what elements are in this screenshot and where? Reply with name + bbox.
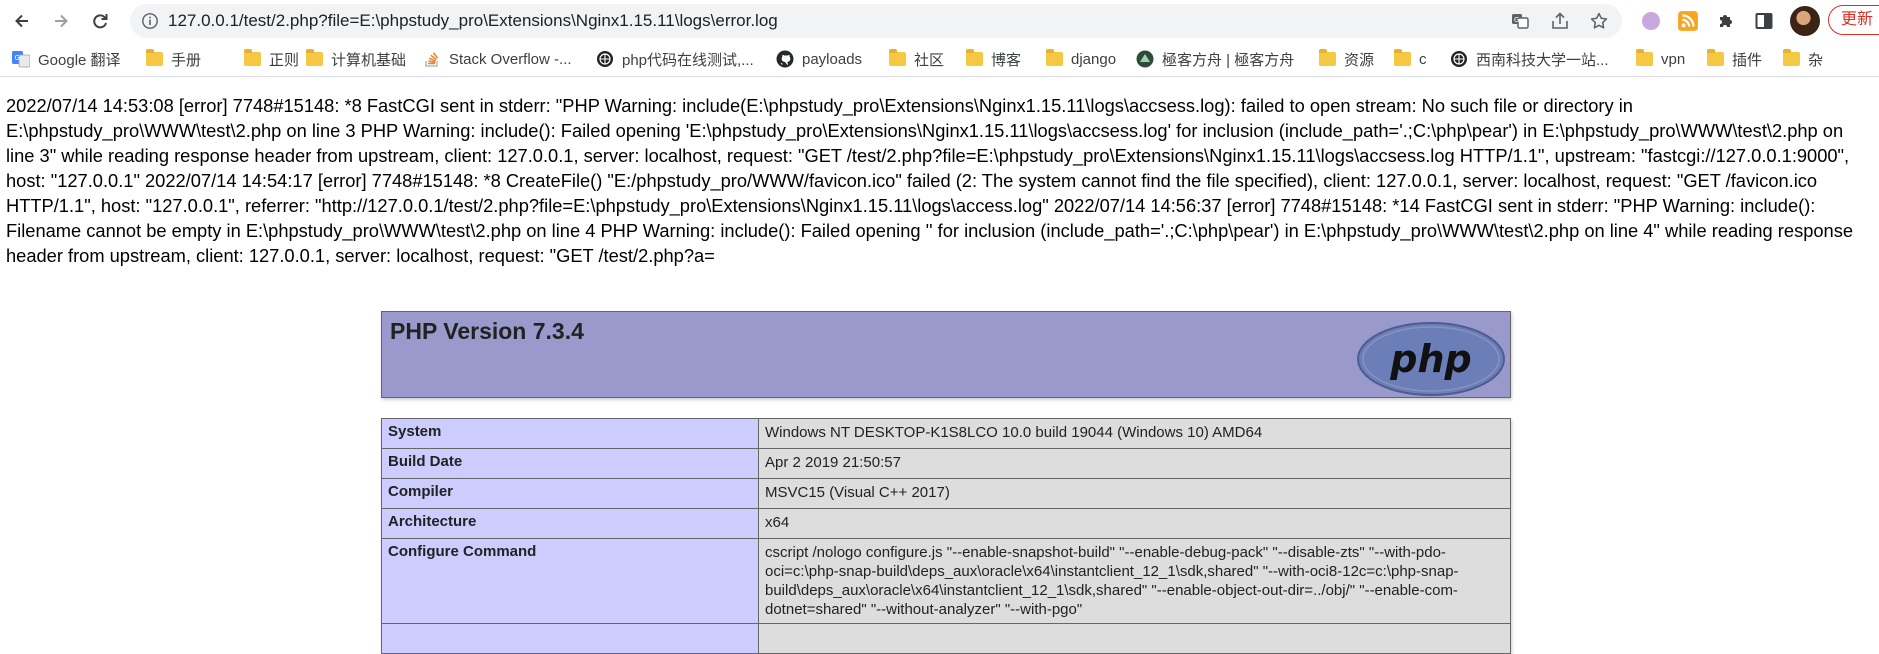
stackoverflow-icon [423, 50, 441, 68]
bookmark-label: c [1419, 50, 1427, 68]
back-button[interactable] [6, 5, 38, 37]
bookmark-label: 计算机基础 [331, 51, 407, 69]
bookmark-label: Google 翻译 [38, 51, 121, 69]
bookmark-item[interactable]: G Google 翻译 [12, 42, 121, 76]
geek-ark-icon [1136, 50, 1154, 68]
reload-icon [93, 14, 108, 29]
folder-icon [1394, 49, 1411, 66]
rss-icon[interactable] [1674, 7, 1702, 35]
arrow-right-icon [55, 14, 68, 28]
bookmark-label: 西南科技大学一站... [1476, 51, 1609, 69]
phpinfo-row [381, 623, 1511, 654]
bookmark-label: 手册 [171, 51, 202, 69]
url-text[interactable]: 127.0.0.1/test/2.php?file=E:\phpstudy_pr… [168, 4, 778, 38]
phpinfo-key: Compiler [381, 478, 759, 509]
extensions-puzzle-icon[interactable] [1712, 7, 1740, 35]
bookmark-item[interactable]: 極客方舟 | 極客方舟 [1136, 42, 1294, 76]
bookmark-label: 社区 [914, 51, 945, 69]
reload-button[interactable] [84, 5, 116, 37]
folder-icon [1707, 49, 1724, 66]
phpinfo-table: System Windows NT DESKTOP-K1S8LCO 10.0 bu… [381, 418, 1511, 654]
phpinfo-header: PHP Version 7.3.4 php [381, 311, 1511, 398]
bookmark-item[interactable]: 社区 [889, 42, 944, 76]
folder-icon [1783, 49, 1800, 66]
folder-icon [146, 49, 163, 66]
error-log-text: 2022/07/14 14:53:08 [error] 7748#15148: … [6, 95, 1854, 266]
folder-icon [244, 49, 261, 66]
phpinfo-key: Build Date [381, 448, 759, 479]
phpinfo-row: System Windows NT DESKTOP-K1S8LCO 10.0 bu… [381, 418, 1511, 449]
folder-icon [1319, 49, 1336, 66]
bookmark-item[interactable]: 手册 [146, 42, 201, 76]
side-panel-icon[interactable] [1750, 7, 1778, 35]
bookmark-item[interactable]: django [1046, 42, 1116, 76]
svg-text:php: php [1389, 337, 1471, 381]
google-translate-icon: G [12, 50, 31, 68]
phpinfo-value: Apr 2 2019 21:50:57 [758, 448, 1511, 479]
svg-text:G: G [15, 54, 20, 62]
browser-toolbar: 127.0.0.1/test/2.php?file=E:\phpstudy_pr… [0, 0, 1879, 43]
bookmark-item[interactable]: 计算机基础 [306, 42, 406, 76]
php-logo-icon[interactable]: php [1356, 321, 1506, 397]
phpinfo-key [381, 623, 759, 654]
phpinfo-value: x64 [758, 508, 1511, 539]
bookmark-item[interactable]: 插件 [1707, 42, 1762, 76]
profile-avatar[interactable] [1790, 6, 1820, 36]
address-bar[interactable]: 127.0.0.1/test/2.php?file=E:\phpstudy_pr… [130, 4, 1622, 38]
phpinfo-row: Configure Command cscript /nologo configu… [381, 538, 1511, 624]
php-version-title: PHP Version 7.3.4 [390, 318, 584, 344]
folder-icon [306, 49, 323, 66]
bookmark-label: 资源 [1344, 51, 1375, 69]
phpinfo-value: MSVC15 (Visual C++ 2017) [758, 478, 1511, 509]
extension-purple-icon[interactable] [1637, 7, 1665, 35]
phpinfo-value [758, 623, 1511, 654]
bookmark-item[interactable]: 资源 [1319, 42, 1374, 76]
phpinfo-row: Architecture x64 [381, 508, 1511, 539]
bookmarks-bar: G Google 翻译 手册 正则 计算机基础 Stack Overflow -... ph… [0, 42, 1879, 77]
svg-text:G: G [1514, 16, 1519, 24]
folder-icon [1636, 49, 1653, 66]
info-icon[interactable] [138, 9, 162, 33]
bookmark-label: vpn [1661, 50, 1686, 68]
phpinfo-row: Compiler MSVC15 (Visual C++ 2017) [381, 478, 1511, 509]
star-icon[interactable] [1587, 9, 1611, 33]
bookmark-item[interactable]: 正则 [244, 42, 299, 76]
phpinfo-row: Build Date Apr 2 2019 21:50:57 [381, 448, 1511, 479]
bookmark-label: Stack Overflow -... [449, 50, 572, 68]
bookmark-item[interactable]: 杂 [1783, 42, 1823, 76]
arrow-left-icon [15, 14, 28, 28]
folder-icon [889, 49, 906, 66]
bookmark-label: php代码在线测试,... [622, 51, 754, 69]
globe-icon [596, 50, 614, 68]
folder-icon [1046, 49, 1063, 66]
folder-icon [966, 49, 983, 66]
bookmark-label: 極客方舟 | 極客方舟 [1162, 51, 1295, 69]
bookmark-label: 插件 [1732, 51, 1763, 69]
bookmark-label: 博客 [991, 51, 1022, 69]
bookmark-item[interactable]: vpn [1636, 42, 1685, 76]
update-button[interactable]: 更新 [1828, 5, 1879, 35]
bookmark-label: payloads [802, 50, 863, 68]
phpinfo-key: Configure Command [381, 538, 759, 624]
bookmark-item[interactable]: payloads [776, 42, 862, 76]
bookmark-item[interactable]: Stack Overflow -... [423, 42, 572, 76]
share-icon[interactable] [1548, 9, 1572, 33]
phpinfo-value: Windows NT DESKTOP-K1S8LCO 10.0 build 19… [758, 418, 1511, 449]
bookmark-item[interactable]: 西南科技大学一站... [1450, 42, 1609, 76]
globe-icon [1450, 50, 1468, 68]
bookmark-label: django [1071, 50, 1117, 68]
phpinfo-key: Architecture [381, 508, 759, 539]
translate-icon[interactable]: G [1508, 9, 1532, 33]
phpinfo-value: cscript /nologo configure.js "--enable-s… [758, 538, 1511, 624]
phpinfo-key: System [381, 418, 759, 449]
bookmark-item[interactable]: c [1394, 42, 1427, 76]
github-icon [776, 50, 794, 68]
forward-button[interactable] [45, 5, 77, 37]
bookmark-label: 正则 [269, 51, 300, 69]
bookmark-item[interactable]: 博客 [966, 42, 1021, 76]
bookmark-label: 杂 [1808, 51, 1824, 69]
bookmark-item[interactable]: php代码在线测试,... [596, 42, 754, 76]
